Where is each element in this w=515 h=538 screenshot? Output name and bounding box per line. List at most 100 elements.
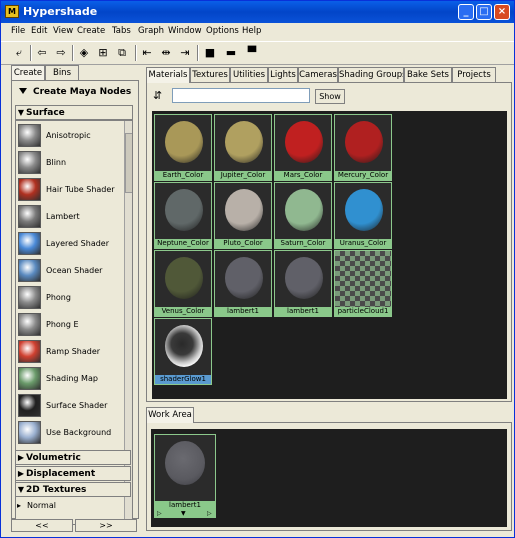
input-output-connections-icon[interactable]: ⇹ <box>158 45 174 60</box>
material-swatch-label: lambert1 <box>215 307 271 316</box>
title-bar[interactable]: M Hypershade _ □ × <box>1 1 514 23</box>
menu-bar: File Edit View Create Tabs Graph Window … <box>1 25 514 39</box>
minimize-button[interactable]: _ <box>458 4 474 20</box>
menu-create[interactable]: Create <box>77 26 105 36</box>
toggle-create-bar-icon[interactable]: ⤶ <box>11 45 27 60</box>
back-arrow-icon[interactable]: ⇦ <box>34 45 50 60</box>
input-connections-icon[interactable]: ⇤ <box>139 45 155 60</box>
expand-node-icon[interactable]: ▼ <box>181 509 186 518</box>
node-item-layered-shader[interactable]: Layered Shader <box>18 232 118 258</box>
collapsed-arrow-icon: ▶ <box>17 453 25 462</box>
node-item-blinn[interactable]: Blinn <box>18 151 118 177</box>
material-swatch[interactable]: Venus_Color <box>154 250 212 317</box>
output-connections-icon[interactable]: ⇥ <box>177 45 193 60</box>
tab-utilities[interactable]: Utilities <box>230 67 268 82</box>
material-swatch[interactable]: Neptune_Color <box>154 182 212 249</box>
material-swatch[interactable]: Saturn_Color <box>274 182 332 249</box>
tab-cameras[interactable]: Cameras <box>298 67 338 82</box>
menu-tabs[interactable]: Tabs <box>112 26 131 36</box>
node-item-ocean-shader[interactable]: Ocean Shader <box>18 259 118 285</box>
material-swatch[interactable]: shaderGlow1 <box>154 318 212 385</box>
tab-create[interactable]: Create <box>11 65 45 80</box>
node-item-label: Shading Map <box>46 374 98 383</box>
show-bottom-tabs-icon[interactable]: ▬ <box>223 45 239 60</box>
graph-network-icon[interactable]: ⧉ <box>114 45 130 60</box>
tab-textures[interactable]: Textures <box>190 67 230 82</box>
section-volumetric-label: Volumetric <box>26 453 81 463</box>
tab-bake-sets[interactable]: Bake Sets <box>404 67 452 82</box>
menu-view[interactable]: View <box>53 26 73 36</box>
material-swatch[interactable]: Mars_Color <box>274 114 332 181</box>
node-item-phong[interactable]: Phong <box>18 286 118 312</box>
menu-graph[interactable]: Graph <box>138 26 164 36</box>
node-item-label: Phong E <box>46 320 79 329</box>
node-item-hair-tube-shader[interactable]: Hair Tube Shader <box>18 178 118 204</box>
material-swatch[interactable]: particleCloud1 <box>334 250 392 317</box>
shader-swatch-icon <box>18 151 41 174</box>
node-item-surface-shader[interactable]: Surface Shader <box>18 394 118 420</box>
scroll-left-button[interactable]: << <box>11 519 73 532</box>
node-item-ramp-shader[interactable]: Ramp Shader <box>18 340 118 366</box>
work-area-node[interactable]: lambert1 ▷ ▼ ▷ <box>154 434 216 518</box>
material-swatch-sphere <box>165 121 203 163</box>
menu-help[interactable]: Help <box>242 26 261 36</box>
node-item-label: Ocean Shader <box>46 266 103 275</box>
material-swatch-sphere <box>335 251 391 307</box>
rearrange-graph-icon[interactable]: ⊞ <box>95 45 111 60</box>
menu-window[interactable]: Window <box>168 26 202 36</box>
tab-materials[interactable]: Materials <box>146 67 190 83</box>
node-item-anisotropic[interactable]: Anisotropic <box>18 124 118 150</box>
clear-graph-icon[interactable]: ◈ <box>76 45 92 60</box>
input-port-icon[interactable]: ▷ <box>157 509 162 518</box>
node-item-use-background[interactable]: Use Background <box>18 421 118 447</box>
node-item-lambert[interactable]: Lambert <box>18 205 118 231</box>
tab-shading-groups[interactable]: Shading Groups <box>338 67 404 82</box>
maximize-button[interactable]: □ <box>476 4 492 20</box>
node-item-label: Layered Shader <box>46 239 110 248</box>
material-swatch[interactable]: lambert1 <box>274 250 332 317</box>
material-swatch-label: lambert1 <box>275 307 331 316</box>
forward-arrow-icon[interactable]: ⇨ <box>53 45 69 60</box>
material-swatch[interactable]: Jupiter_Color <box>214 114 272 181</box>
section-2d-textures[interactable]: ▼ 2D Textures <box>15 482 131 497</box>
material-swatch-label: Mercury_Color <box>335 171 391 180</box>
material-swatch[interactable]: lambert1 <box>214 250 272 317</box>
tab-lights[interactable]: Lights <box>268 67 298 82</box>
show-top-tabs-icon[interactable]: ■ <box>202 45 218 60</box>
work-area-node-label: lambert1 <box>155 501 215 509</box>
material-swatch[interactable]: Pluto_Color <box>214 182 272 249</box>
output-port-icon[interactable]: ▷ <box>207 509 212 518</box>
create-maya-nodes-header[interactable]: Create Maya Nodes <box>15 84 135 100</box>
work-area-graph[interactable]: lambert1 ▷ ▼ ▷ <box>151 429 507 527</box>
scrollbar-thumb[interactable] <box>125 133 132 193</box>
tab-bins[interactable]: Bins <box>45 65 79 80</box>
tab-projects[interactable]: Projects <box>452 67 496 82</box>
scroll-right-button[interactable]: >> <box>75 519 137 532</box>
texture-node-normal[interactable]: ▸ Normal <box>17 499 133 513</box>
menu-options[interactable]: Options <box>206 26 239 36</box>
show-top-and-bottom-tabs-icon[interactable]: ▀ <box>244 45 260 60</box>
node-item-label: Blinn <box>46 158 67 167</box>
material-swatch[interactable]: Mercury_Color <box>334 114 392 181</box>
shader-swatch-icon <box>18 259 41 282</box>
search-input[interactable] <box>172 88 310 103</box>
toolbar-separator <box>72 45 74 61</box>
tab-work-area[interactable]: Work Area <box>146 407 194 423</box>
materials-panel: ⇵ Show Earth_Color Jupiter_Color Mars_Colo… <box>146 82 512 402</box>
menu-file[interactable]: File <box>11 26 25 36</box>
material-swatch-label: Venus_Color <box>155 307 211 316</box>
show-button[interactable]: Show <box>315 89 345 104</box>
close-button[interactable]: × <box>494 4 510 20</box>
material-swatch-sphere <box>225 257 263 299</box>
section-displacement[interactable]: ▶ Displacement <box>15 466 131 481</box>
material-swatch-label: Earth_Color <box>155 171 211 180</box>
node-item-shading-map[interactable]: Shading Map <box>18 367 118 393</box>
section-surface[interactable]: ▼ Surface <box>15 105 133 120</box>
material-swatch[interactable]: Earth_Color <box>154 114 212 181</box>
material-swatch-label: Jupiter_Color <box>215 171 271 180</box>
menu-edit[interactable]: Edit <box>31 26 47 36</box>
node-item-phong-e[interactable]: Phong E <box>18 313 118 339</box>
section-volumetric[interactable]: ▶ Volumetric <box>15 450 131 465</box>
material-swatch[interactable]: Uranus_Color <box>334 182 392 249</box>
filter-icon[interactable]: ⇵ <box>153 88 167 103</box>
